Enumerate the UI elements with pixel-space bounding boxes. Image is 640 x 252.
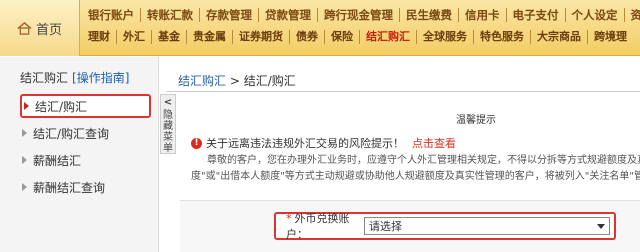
top-navigation: 首页 银行账户 转账汇款 存款管理 贷款管理 跨行现金管理 民生缴费 信用卡 电…: [0, 0, 640, 56]
warning-text: 关于远离违法违规外汇交易的风险提示！: [206, 137, 404, 150]
breadcrumb-root[interactable]: 结汇购汇: [178, 74, 226, 88]
nav-row-secondary: 理财 外汇 基金 贵金属 证券期货 债券 保险 结汇购汇 全球服务 特色服务 大…: [82, 27, 640, 47]
notice-line: 度"或"出借本人额度"等方式主动规避或协助他人规避额度及真实性管理的客户，将被列…: [191, 171, 640, 182]
nav-item-transfer[interactable]: 转账汇款: [141, 8, 200, 22]
account-label-text: 外币兑换账户：: [286, 212, 350, 241]
sidebar-item-label: 结汇/购汇: [35, 99, 88, 114]
view-link[interactable]: 点击查看: [412, 135, 456, 151]
nav-item-cross-border[interactable]: 跨境理: [588, 30, 633, 44]
sidebar-item-label: 结汇/购汇查询: [33, 126, 110, 141]
notice-title: 温馨提示: [456, 115, 496, 126]
sidebar-item-salary-query[interactable]: 薪酬结汇查询: [22, 175, 105, 199]
account-select[interactable]: 请选择: [364, 217, 610, 235]
triangle-right-icon: [22, 183, 27, 191]
sidebar-item-label: 薪酬结汇查询: [33, 180, 106, 195]
nav-item-assets[interactable]: 资产: [625, 8, 640, 22]
triangle-right-icon: [24, 102, 29, 110]
collapse-char: 藏: [163, 121, 173, 132]
nav-item-settings[interactable]: 个人设定: [566, 8, 625, 22]
nav-row-primary: 银行账户 转账汇款 存款管理 贷款管理 跨行现金管理 民生缴费 信用卡 电子支付…: [82, 6, 640, 24]
sidebar-item-salary-exchange[interactable]: 薪酬结汇: [22, 148, 81, 172]
collapse-char: 菜: [163, 132, 173, 143]
home-label: 首页: [35, 22, 62, 38]
divider: [166, 91, 640, 92]
dropdown-arrow-icon: [597, 224, 605, 229]
triangle-right-icon: [22, 129, 27, 137]
nav-item-insurance[interactable]: 保险: [325, 30, 360, 44]
nav-item-forex[interactable]: 外汇: [117, 30, 152, 44]
nav-item-deposit[interactable]: 存款管理: [200, 8, 259, 22]
nav-item-payment[interactable]: 民生缴费: [400, 8, 459, 22]
home-button[interactable]: 首页: [0, 0, 80, 56]
nav-item-featured[interactable]: 特色服务: [474, 30, 531, 44]
nav-item-exchange[interactable]: 结汇购汇: [360, 30, 417, 44]
nav-item-loan[interactable]: 贷款管理: [259, 8, 318, 22]
home-icon: [17, 21, 32, 35]
nav-item-wealth[interactable]: 理财: [82, 30, 117, 44]
nav-item-bond[interactable]: 债券: [290, 30, 325, 44]
required-mark: *: [286, 212, 292, 225]
collapse-char: 单: [163, 143, 173, 154]
nav-item-credit-card[interactable]: 信用卡: [459, 8, 507, 22]
sidebar-item-label: 薪酬结汇: [33, 153, 82, 168]
collapse-menu-button[interactable]: < 隐 藏 菜 单: [160, 94, 176, 154]
account-field-label: * 外币兑换账户：: [286, 210, 356, 242]
sidebar-item-exchange-query[interactable]: 结汇/购汇查询: [22, 121, 109, 145]
collapse-char: 隐: [163, 110, 173, 121]
account-select-value: 请选择: [369, 220, 402, 233]
nav-item-securities[interactable]: 证券期货: [233, 30, 290, 44]
nav-item-fund[interactable]: 基金: [152, 30, 187, 44]
warning-icon: !: [191, 137, 202, 149]
sidebar-item-exchange[interactable]: 结汇/购汇: [20, 94, 151, 118]
sidebar-title: 结汇购汇: [20, 71, 69, 85]
guide-link[interactable]: [操作指南]: [72, 71, 129, 85]
breadcrumb: 结汇购汇 > 结汇/购汇: [178, 72, 296, 89]
notice-body: 尊敬的客户，您在办理外汇业务时，应遵守个人外汇管理相关规定，不得以分拆等方式规避…: [191, 153, 640, 185]
notice-line: 尊敬的客户，您在办理外汇业务时，应遵守个人外汇管理相关规定，不得以分拆等方式规避…: [207, 155, 640, 166]
risk-warning: ! 关于远离违法违规外汇交易的风险提示！ 点击查看: [191, 135, 456, 151]
account-field: * 外币兑换账户： 请选择: [274, 210, 616, 242]
nav-item-commodity[interactable]: 大宗商品: [531, 30, 588, 44]
chevron-left-icon: <: [163, 97, 173, 108]
breadcrumb-separator: >: [229, 74, 240, 88]
triangle-right-icon: [22, 156, 27, 164]
breadcrumb-current: 结汇/购汇: [243, 74, 296, 88]
nav-item-global[interactable]: 全球服务: [417, 30, 474, 44]
nav-item-e-payment[interactable]: 电子支付: [507, 8, 566, 22]
nav-item-precious-metal[interactable]: 贵金属: [187, 30, 233, 44]
nav-item-bank-account[interactable]: 银行账户: [82, 8, 141, 22]
sidebar-header: 结汇购汇 [操作指南]: [0, 57, 158, 91]
nav-item-cash-management[interactable]: 跨行现金管理: [318, 8, 400, 22]
